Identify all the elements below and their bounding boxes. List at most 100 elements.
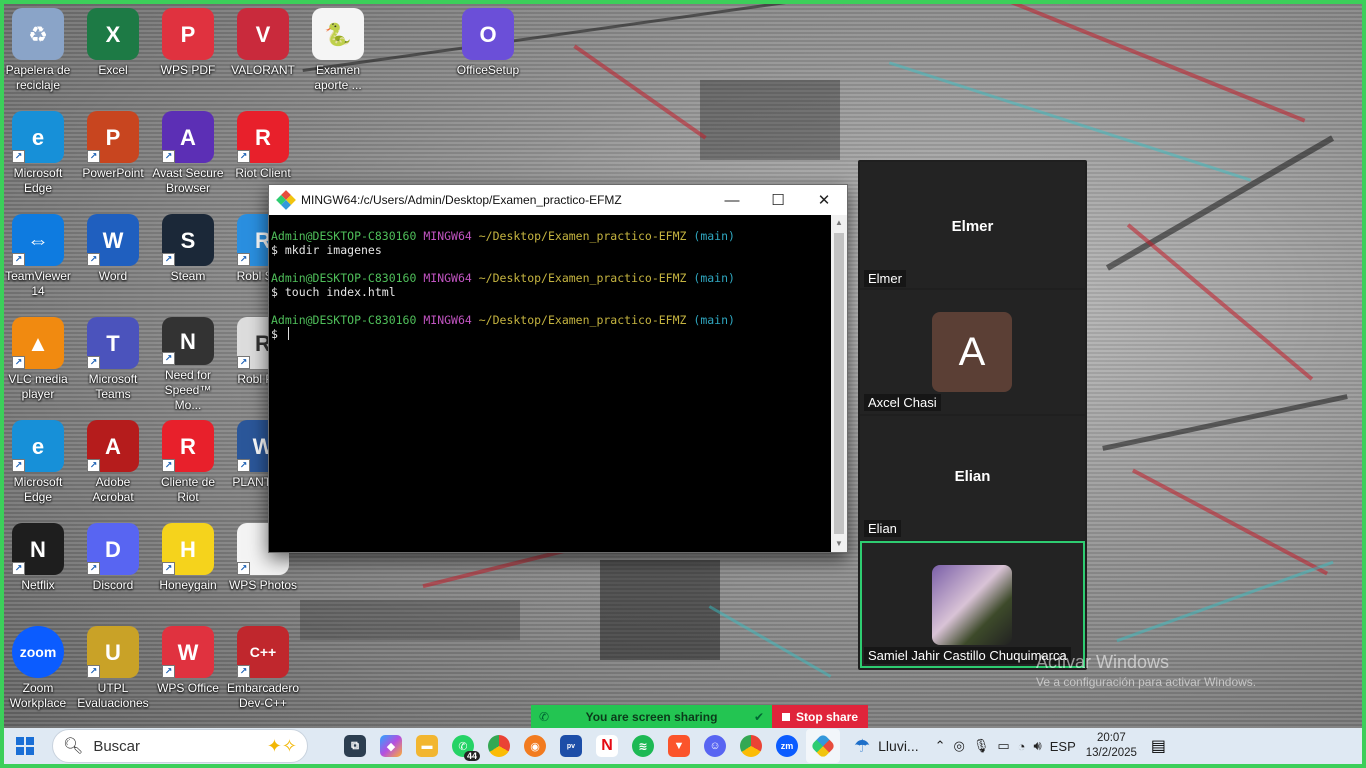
participant-tile[interactable]: Elian Elian	[860, 416, 1085, 540]
desktop-icon[interactable]: O OfficeSetup	[450, 4, 526, 104]
participant-display-name: Elmer	[951, 218, 994, 235]
shortcut-arrow-icon: ↗	[237, 253, 250, 266]
app-icon: S ↗	[162, 214, 214, 266]
desktop-icon[interactable]: ⇔ ↗ TeamViewer 14	[0, 210, 76, 310]
task-view-icon: ⧉	[344, 735, 366, 757]
taskbar-prime-video[interactable]: pv	[554, 729, 588, 763]
desktop-icon[interactable]: P ↗ PowerPoint	[75, 107, 151, 207]
close-button[interactable]: ✕	[801, 185, 847, 215]
taskbar-chrome-profile[interactable]	[734, 729, 768, 763]
weather-widget[interactable]: ☂ Lluvi...	[854, 736, 919, 757]
desktop-icon[interactable]: U ↗ UTPL Evaluaciones	[75, 622, 151, 722]
desktop-icon-label: Avast Secure Browser	[152, 166, 224, 195]
desktop-icon[interactable]: ♻ Papelera de reciclaje	[0, 4, 76, 104]
scroll-down-arrow[interactable]: ▼	[831, 536, 847, 552]
terminal-output[interactable]: Admin@DESKTOP-C830160 MINGW64 ~/Desktop/…	[269, 215, 831, 552]
screen-sharing-indicator[interactable]: ✆ You are screen sharing ✔	[531, 705, 772, 729]
terminal-scrollbar[interactable]: ▲ ▼	[831, 215, 847, 552]
taskbar-zoom[interactable]: zm	[770, 729, 804, 763]
desktop-icon[interactable]: N ↗ Netflix	[0, 519, 76, 619]
command-input-line[interactable]: $	[271, 327, 829, 341]
desktop-icon[interactable]: P WPS PDF	[150, 4, 226, 104]
taskbar-file-explorer[interactable]: ▬	[410, 729, 444, 763]
app-icon: U ↗	[87, 626, 139, 678]
desktop-icon-label: Riot Client	[235, 166, 291, 180]
camera-icon[interactable]: ◎	[954, 738, 965, 754]
taskbar-search-box[interactable]: 🔍︎ Buscar ✦✧	[52, 729, 308, 763]
shortcut-arrow-icon: ↗	[237, 459, 250, 472]
app-icon: A ↗	[162, 111, 214, 163]
participant-tile-active-speaker[interactable]: Samiel Jahir Castillo Chuquimarca	[860, 541, 1085, 668]
participant-tile[interactable]: Elmer Elmer	[860, 162, 1085, 288]
app-icon: R ↗	[162, 420, 214, 472]
system-tray: ⌃ ◎ 🎙︎ ▭ ◔ 🔊︎ ESP	[935, 738, 1076, 754]
app-icon: H ↗	[162, 523, 214, 575]
desktop-icon[interactable]: T ↗ Microsoft Teams	[75, 313, 151, 413]
desktop-icon[interactable]: ▲ ↗ VLC media player	[0, 313, 76, 413]
taskbar-copilot[interactable]: ◆	[374, 729, 408, 763]
maximize-button[interactable]: ☐	[755, 185, 801, 215]
taskbar-pinned-apps: ⧉ ◆ ▬ ✆ 44 ◉ pv N ≋ ▼ ☺ zm	[338, 729, 840, 763]
umbrella-rain-icon: ☂	[854, 735, 871, 756]
desktop-icon[interactable]: A ↗ Avast Secure Browser	[150, 107, 226, 207]
taskbar-netflix[interactable]: N	[590, 729, 624, 763]
desktop-icon[interactable]: D ↗ Discord	[75, 519, 151, 619]
desktop-icon[interactable]: N ↗ Need for Speed™ Mo...	[150, 313, 226, 413]
desktop-icon[interactable]: zoom Zoom Workplace	[0, 622, 76, 722]
desktop-icon[interactable]: W ↗ WPS Office	[150, 622, 226, 722]
taskbar-whatsapp[interactable]: ✆ 44	[446, 729, 480, 763]
desktop-icon-label: Excel	[98, 63, 128, 77]
desktop-icon[interactable]: C++ ↗ Embarcadero Dev-C++	[225, 622, 301, 722]
notification-center-icon[interactable]: ▤	[1151, 736, 1166, 756]
task-view-button[interactable]: ⧉	[338, 729, 372, 763]
desktop-icon[interactable]: R ↗ Cliente de Riot	[150, 416, 226, 516]
taskbar-clock[interactable]: 20:07 13/2/2025	[1086, 731, 1137, 761]
taskbar-chrome[interactable]	[482, 729, 516, 763]
participant-display-name: Elian	[954, 468, 991, 485]
taskbar-discord[interactable]: ☺	[698, 729, 732, 763]
scrollbar-thumb[interactable]	[834, 233, 844, 534]
taskbar-spotify[interactable]: ≋	[626, 729, 660, 763]
app-icon: 🐍	[312, 8, 364, 60]
desktop-icon[interactable]: 🐍 Examen aporte ...	[300, 4, 376, 104]
desktop-icon-label: TeamViewer 14	[5, 269, 71, 298]
wifi-icon[interactable]: ◔	[1018, 739, 1026, 754]
shortcut-arrow-icon: ↗	[87, 253, 100, 266]
shortcut-arrow-icon: ↗	[162, 562, 175, 575]
desktop-icon-label: WPS PDF	[160, 63, 216, 77]
desktop-icon[interactable]: e ↗ Microsoft Edge	[0, 416, 76, 516]
scroll-up-arrow[interactable]: ▲	[831, 215, 847, 231]
window-titlebar[interactable]: MINGW64:/c/Users/Admin/Desktop/Examen_pr…	[269, 185, 847, 215]
desktop-icon[interactable]: X Excel	[75, 4, 151, 104]
prompt-path: ~/Desktop/Examen_practico-EFMZ	[478, 313, 687, 327]
taskbar-git-bash[interactable]	[806, 729, 840, 763]
brave-icon: ▼	[668, 735, 690, 757]
prompt-branch: (main)	[693, 229, 735, 243]
desktop-icon[interactable]: A ↗ Adobe Acrobat	[75, 416, 151, 516]
taskbar-avast-browser[interactable]: ◉	[518, 729, 552, 763]
minimize-button[interactable]: —	[709, 185, 755, 215]
volume-icon[interactable]: 🔊︎	[1034, 738, 1042, 754]
shortcut-arrow-icon: ↗	[162, 150, 175, 163]
avatar: A	[932, 312, 1012, 392]
participant-tile[interactable]: A Axcel Chasi	[860, 290, 1085, 414]
stop-share-button[interactable]: Stop share	[772, 705, 868, 729]
desktop-icon[interactable]: W ↗ Word	[75, 210, 151, 310]
git-bash-window[interactable]: MINGW64:/c/Users/Admin/Desktop/Examen_pr…	[268, 184, 848, 553]
desktop-icon[interactable]: S ↗ Steam	[150, 210, 226, 310]
start-button[interactable]	[4, 728, 46, 764]
participant-name-tag: Elian	[864, 520, 901, 537]
search-icon: 🔍︎	[63, 738, 84, 755]
desktop-icon[interactable]: H ↗ Honeygain	[150, 519, 226, 619]
desktop-icon[interactable]: V VALORANT	[225, 4, 301, 104]
chevron-up-icon[interactable]: ⌃	[935, 738, 946, 754]
zoom-participants-panel: Elmer Elmer A Axcel Chasi Elian Elian Sa…	[858, 160, 1087, 670]
desktop-icon-label: Need for Speed™ Mo...	[164, 368, 212, 412]
battery-icon[interactable]: ▭	[997, 738, 1009, 754]
language-indicator[interactable]: ESP	[1050, 739, 1076, 754]
microphone-icon[interactable]: 🎙︎	[973, 738, 990, 754]
prompt-path: ~/Desktop/Examen_practico-EFMZ	[478, 229, 687, 243]
app-icon: ♻	[12, 8, 64, 60]
taskbar-brave[interactable]: ▼	[662, 729, 696, 763]
desktop-icon[interactable]: e ↗ Microsoft Edge	[0, 107, 76, 207]
